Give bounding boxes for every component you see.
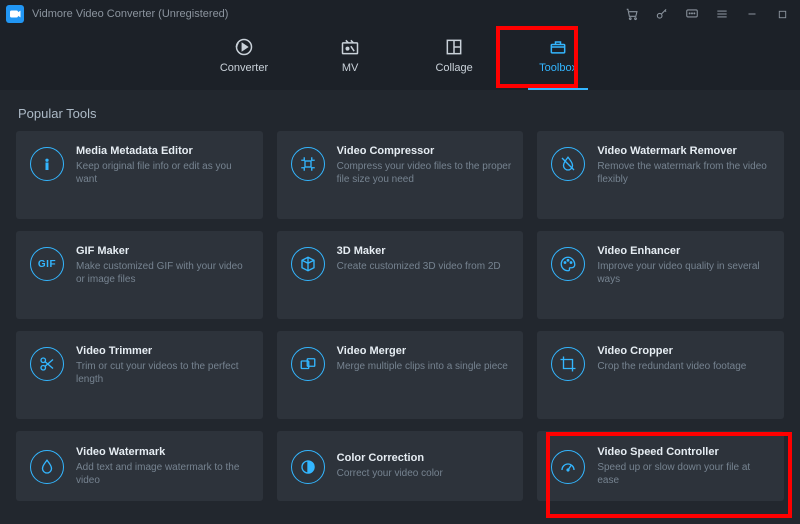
minimize-icon[interactable] — [744, 6, 760, 22]
tool-video-merger[interactable]: Video Merger Merge multiple clips into a… — [277, 331, 524, 419]
card-title: Video Trimmer — [76, 345, 251, 357]
tab-label: Converter — [220, 62, 268, 74]
card-desc: Correct your video color — [337, 467, 512, 480]
toolbox-icon — [547, 36, 569, 58]
card-desc: Compress your video files to the proper … — [337, 160, 512, 186]
crop-icon — [551, 347, 585, 381]
collage-icon — [443, 36, 465, 58]
tab-converter[interactable]: Converter — [212, 36, 276, 90]
key-icon[interactable] — [654, 6, 670, 22]
tab-collage[interactable]: Collage — [424, 36, 484, 90]
contrast-icon — [291, 450, 325, 484]
card-text: Video Trimmer Trim or cut your videos to… — [76, 345, 251, 386]
menu-icon[interactable] — [714, 6, 730, 22]
card-text: Color Correction Correct your video colo… — [337, 452, 512, 480]
scissors-icon — [30, 347, 64, 381]
card-title: Video Merger — [337, 345, 512, 357]
card-title: Media Metadata Editor — [76, 145, 251, 157]
card-title: 3D Maker — [337, 245, 512, 257]
card-title: Video Speed Controller — [597, 446, 772, 458]
card-desc: Crop the redundant video footage — [597, 360, 772, 373]
card-text: 3D Maker Create customized 3D video from… — [337, 245, 512, 273]
main-tabs: Converter MV Collage Toolbox — [0, 28, 800, 90]
tool-video-compressor[interactable]: Video Compressor Compress your video fil… — [277, 131, 524, 219]
droplet-slash-icon — [551, 147, 585, 181]
feedback-icon[interactable] — [684, 6, 700, 22]
tools-grid: Media Metadata Editor Keep original file… — [16, 131, 784, 501]
titlebar-left: Vidmore Video Converter (Unregistered) — [6, 5, 228, 23]
merge-icon — [291, 347, 325, 381]
tool-3d-maker[interactable]: 3D Maker Create customized 3D video from… — [277, 231, 524, 319]
palette-icon — [551, 247, 585, 281]
card-desc: Speed up or slow down your file at ease — [597, 461, 772, 487]
tab-label: MV — [342, 62, 359, 74]
card-title: Video Compressor — [337, 145, 512, 157]
mv-icon — [339, 36, 361, 58]
card-text: Video Enhancer Improve your video qualit… — [597, 245, 772, 286]
tool-video-enhancer[interactable]: Video Enhancer Improve your video qualit… — [537, 231, 784, 319]
tool-video-watermark[interactable]: Video Watermark Add text and image water… — [16, 431, 263, 501]
card-text: Video Cropper Crop the redundant video f… — [597, 345, 772, 373]
app-logo-icon — [6, 5, 24, 23]
gif-icon: GIF — [30, 247, 64, 281]
app-title: Vidmore Video Converter (Unregistered) — [32, 8, 228, 20]
titlebar: Vidmore Video Converter (Unregistered) — [0, 0, 800, 28]
titlebar-controls — [624, 6, 790, 22]
card-desc: Remove the watermark from the video flex… — [597, 160, 772, 186]
card-title: Video Enhancer — [597, 245, 772, 257]
tool-video-speed-controller[interactable]: Video Speed Controller Speed up or slow … — [537, 431, 784, 501]
card-title: Video Cropper — [597, 345, 772, 357]
card-text: Video Compressor Compress your video fil… — [337, 145, 512, 186]
cart-icon[interactable] — [624, 6, 640, 22]
card-desc: Keep original file info or edit as you w… — [76, 160, 251, 186]
tool-video-watermark-remover[interactable]: Video Watermark Remover Remove the water… — [537, 131, 784, 219]
card-text: Media Metadata Editor Keep original file… — [76, 145, 251, 186]
card-text: Video Speed Controller Speed up or slow … — [597, 446, 772, 487]
content-area: Popular Tools Media Metadata Editor Keep… — [0, 90, 800, 501]
cube-icon — [291, 247, 325, 281]
section-title: Popular Tools — [18, 106, 784, 121]
tool-color-correction[interactable]: Color Correction Correct your video colo… — [277, 431, 524, 501]
tab-label: Collage — [435, 62, 472, 74]
card-text: Video Watermark Remover Remove the water… — [597, 145, 772, 186]
card-text: Video Merger Merge multiple clips into a… — [337, 345, 512, 373]
tool-gif-maker[interactable]: GIF GIF Maker Make customized GIF with y… — [16, 231, 263, 319]
tool-media-metadata-editor[interactable]: Media Metadata Editor Keep original file… — [16, 131, 263, 219]
maximize-icon[interactable] — [774, 6, 790, 22]
card-text: GIF Maker Make customized GIF with your … — [76, 245, 251, 286]
gauge-icon — [551, 450, 585, 484]
tool-video-trimmer[interactable]: Video Trimmer Trim or cut your videos to… — [16, 331, 263, 419]
card-text: Video Watermark Add text and image water… — [76, 446, 251, 487]
tab-mv[interactable]: MV — [320, 36, 380, 90]
card-desc: Merge multiple clips into a single piece — [337, 360, 512, 373]
card-desc: Create customized 3D video from 2D — [337, 260, 512, 273]
card-title: Color Correction — [337, 452, 512, 464]
card-title: Video Watermark Remover — [597, 145, 772, 157]
droplet-icon — [30, 450, 64, 484]
converter-icon — [233, 36, 255, 58]
card-desc: Make customized GIF with your video or i… — [76, 260, 251, 286]
tab-label: Toolbox — [539, 62, 577, 74]
compress-icon — [291, 147, 325, 181]
tab-toolbox[interactable]: Toolbox — [528, 36, 588, 90]
card-desc: Improve your video quality in several wa… — [597, 260, 772, 286]
card-title: Video Watermark — [76, 446, 251, 458]
info-icon — [30, 147, 64, 181]
card-title: GIF Maker — [76, 245, 251, 257]
card-desc: Trim or cut your videos to the perfect l… — [76, 360, 251, 386]
tool-video-cropper[interactable]: Video Cropper Crop the redundant video f… — [537, 331, 784, 419]
card-desc: Add text and image watermark to the vide… — [76, 461, 251, 487]
